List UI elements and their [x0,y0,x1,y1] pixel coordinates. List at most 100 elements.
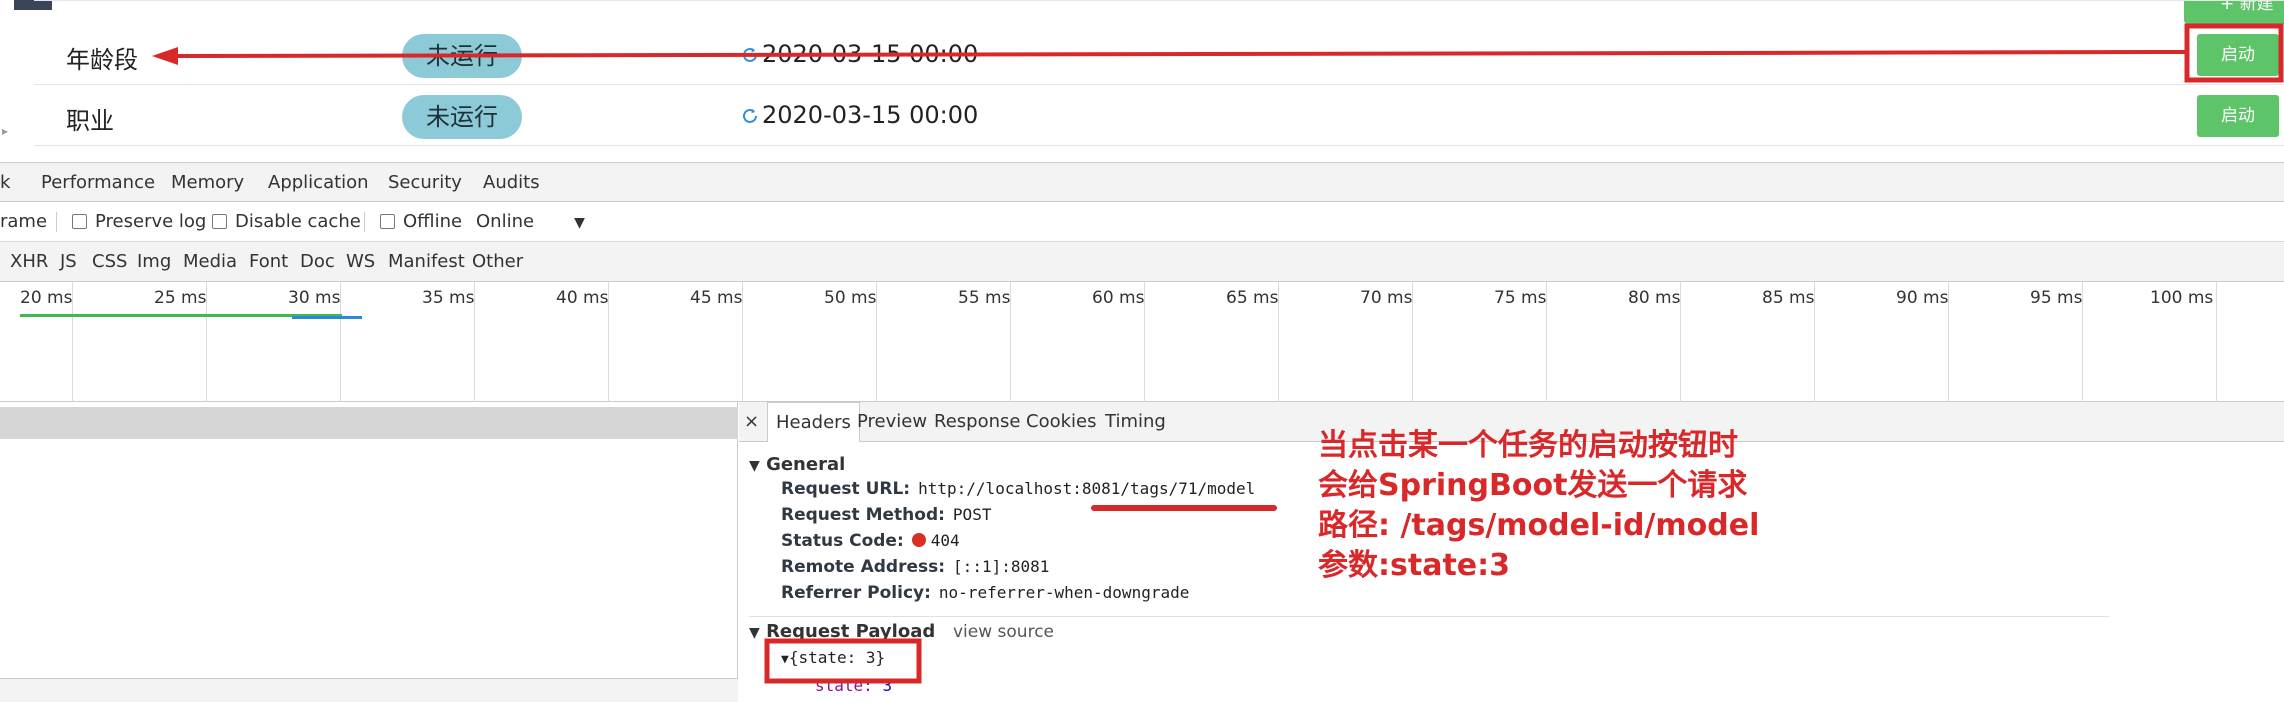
request-method-key: Request Method: [781,505,945,525]
view-source-link[interactable]: view source [953,622,1054,642]
tab-application[interactable]: Application [268,163,369,203]
filter-xhr[interactable]: XHR [10,242,48,282]
referrer-policy-row: Referrer Policy: no-referrer-when-downgra… [781,583,1189,603]
tab-performance[interactable]: Performance [41,163,155,203]
timeline-tick: 45 ms [690,288,743,308]
task-time-text: 2020-03-15 00:00 [762,101,979,129]
throttle-value: Online [476,211,535,232]
close-icon[interactable]: × [744,402,759,442]
annotation-line: 当点击某一个任务的启动按钮时 [1318,428,1738,463]
selected-request-row[interactable] [0,407,738,439]
status-code-key: Status Code: [781,531,904,551]
timeline-tick: 95 ms [2030,288,2083,308]
preserve-log-label: Preserve log [95,211,207,232]
filter-manifest[interactable]: Manifest [388,242,465,282]
tab-response[interactable]: Response [934,402,1020,442]
remote-address-key: Remote Address: [781,557,946,577]
tab-security[interactable]: Security [388,163,462,203]
timeline-tick: 80 ms [1628,288,1681,308]
refresh-icon [743,47,757,62]
filter-bar: XHR JS CSS Img Media Font Doc WS Manifes… [0,242,2284,282]
scroll-left-arrow[interactable]: ▸ [2,124,8,138]
filter-media[interactable]: Media [183,242,237,282]
request-method-value: POST [952,505,992,524]
timeline-tick: 65 ms [1226,288,1279,308]
offline-label: Offline [403,211,463,232]
dropdown-arrow-icon: ▼ [574,215,585,231]
timeline-tick: 90 ms [1896,288,1949,308]
timeline-tick: 25 ms [154,288,207,308]
task-list-panel: + 新建 ▸ 年龄段 未运行 2020-03-15 00:00 启动 职业 未运… [0,0,2284,160]
disable-cache-label: Disable cache [235,211,361,232]
referrer-policy-value: no-referrer-when-downgrade [938,583,1190,602]
timeline-bar-blue [292,316,362,319]
tab-memory[interactable]: Memory [171,163,244,203]
timeline-tick: 60 ms [1092,288,1145,308]
throttle-select[interactable]: Online ▼ [476,202,585,243]
timeline-tick: 75 ms [1494,288,1547,308]
timeline-tick: 50 ms [824,288,877,308]
start-button[interactable]: 启动 [2197,34,2279,76]
timeline-tick: 20 ms [20,288,73,308]
filter-other[interactable]: Other [472,242,523,282]
preserve-log-checkbox[interactable]: Preserve log [72,202,206,242]
remote-address-row: Remote Address: [::1]:8081 [781,557,1049,577]
timeline-tick: 40 ms [556,288,609,308]
checkbox-box[interactable] [72,214,87,229]
triangle-down-icon: ▼ [781,652,789,667]
triangle-down-icon: ▼ [749,625,760,641]
status-code-value: 404 [930,531,960,550]
screenshot-frame-label[interactable]: rame [0,202,47,242]
filter-font[interactable]: Font [249,242,288,282]
disable-cache-checkbox[interactable]: Disable cache [212,202,361,242]
general-section-title: General [766,454,846,475]
filter-ws[interactable]: WS [346,242,375,282]
annotation-line: 会给SpringBoot发送一个请求 [1318,468,1748,503]
tab-headers[interactable]: Headers [767,402,860,442]
checkbox-box[interactable] [380,214,395,229]
timeline-tick: 30 ms [288,288,341,308]
task-name: 年龄段 [66,46,138,74]
tab-cookies[interactable]: Cookies [1026,402,1096,442]
timeline-tick: 85 ms [1762,288,1815,308]
task-name: 职业 [66,107,114,135]
request-url-key: Request URL: [781,479,911,499]
payload-section-title: Request Payload [766,621,936,642]
annotation-line: 参数:state:3 [1318,548,1510,583]
new-task-button[interactable]: + 新建 [2184,0,2284,24]
triangle-down-icon: ▼ [749,458,760,474]
filter-js[interactable]: JS [60,242,77,282]
status-badge: 未运行 [402,34,522,78]
request-list[interactable] [0,402,738,702]
filter-img[interactable]: Img [137,242,171,282]
devtools-panel: k Performance Memory Application Securit… [0,162,2284,702]
timeline-tick: 55 ms [958,288,1011,308]
devtools-tabbar: k Performance Memory Application Securit… [0,162,2284,202]
timeline-tick: 70 ms [1360,288,1413,308]
timeline-tick: 100 ms [2150,288,2214,308]
corner-block [14,0,52,10]
referrer-policy-key: Referrer Policy: [781,583,931,603]
general-section-toggle[interactable]: ▼ General [749,454,845,475]
task-time-text: 2020-03-15 00:00 [762,40,979,68]
task-time: 2020-03-15 00:00 [740,101,978,129]
filter-css[interactable]: CSS [92,242,127,282]
status-error-dot-icon [911,533,926,547]
tab-audits[interactable]: Audits [483,163,540,203]
request-list-footer [0,678,738,702]
payload-property-key: state: [815,676,873,695]
payload-section-toggle[interactable]: ▼ Request Payload [749,621,935,642]
remote-address-value: [::1]:8081 [953,557,1050,576]
tab-preview[interactable]: Preview [857,402,927,442]
timeline-overview[interactable]: 20 ms 25 ms 30 ms 35 ms 40 ms 45 ms 50 m… [0,282,2284,402]
checkbox-box[interactable] [212,214,227,229]
payload-property: state: 3 [815,676,892,695]
payload-object-toggle[interactable]: ▼{state: 3} [781,648,885,667]
start-button[interactable]: 启动 [2197,95,2279,137]
tab-network[interactable]: k [0,163,10,203]
filter-doc[interactable]: Doc [300,242,335,282]
status-badge: 未运行 [402,95,522,139]
request-url-value: http://localhost:8081/tags/71/model [918,479,1256,498]
tab-timing[interactable]: Timing [1105,402,1166,442]
offline-checkbox[interactable]: Offline [380,202,462,242]
